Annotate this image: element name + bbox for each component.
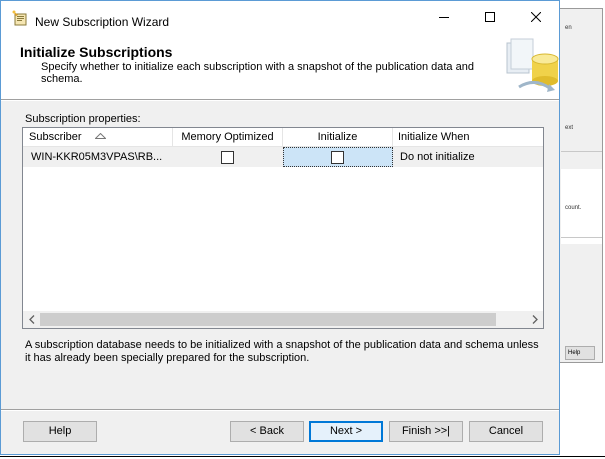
page-description: Specify whether to initialize each subsc… (41, 61, 474, 85)
background-divider (561, 151, 602, 152)
wizard-header: Initialize Subscriptions Specify whether… (1, 33, 559, 99)
memory-optimized-checkbox[interactable] (221, 151, 234, 164)
table-row[interactable]: WIN-KKR05M3VPAS\RB... Do not initialize (23, 147, 543, 167)
title-bar: New Subscription Wizard (1, 1, 559, 33)
background-text: en (565, 25, 572, 31)
maximize-icon (485, 12, 495, 22)
background-help-button[interactable]: Help (565, 346, 595, 360)
scroll-left-button[interactable] (23, 311, 40, 328)
sort-ascending-icon (94, 133, 106, 140)
column-header-subscriber[interactable]: Subscriber (23, 128, 173, 147)
scrollbar-thumb[interactable] (40, 313, 496, 326)
database-wizard-icon (506, 38, 559, 92)
background-line (0, 456, 605, 457)
next-button[interactable]: Next > (309, 421, 383, 442)
initialize-checkbox[interactable] (331, 151, 344, 164)
maximize-button[interactable] (467, 1, 513, 33)
subscription-properties-label: Subscription properties: (25, 113, 141, 125)
close-button[interactable] (513, 1, 559, 33)
initialization-info-text: A subscription database needs to be init… (25, 339, 539, 364)
initialize-cell[interactable] (283, 147, 393, 167)
wizard-dialog: New Subscription Wizard Initialize Subsc… (0, 0, 560, 455)
subscription-grid[interactable]: Subscriber Memory Optimized Initialize I… (22, 127, 544, 329)
cancel-button[interactable]: Cancel (469, 421, 543, 442)
minimize-icon (439, 17, 449, 18)
column-header-label: Subscriber (29, 131, 82, 143)
background-text: count. (565, 205, 582, 211)
background-divider (561, 237, 602, 238)
header-divider-highlight (1, 100, 559, 101)
initialize-when-cell[interactable]: Do not initialize (393, 147, 543, 167)
column-header-initialize[interactable]: Initialize (283, 128, 393, 147)
page-title: Initialize Subscriptions (20, 44, 173, 60)
chevron-right-icon (532, 315, 538, 324)
column-header-initialize-when[interactable]: Initialize When (393, 128, 543, 147)
window-title: New Subscription Wizard (35, 15, 170, 29)
memory-optimized-cell[interactable] (173, 147, 283, 167)
minimize-button[interactable] (421, 1, 467, 33)
chevron-left-icon (28, 315, 34, 324)
close-icon (531, 12, 541, 22)
back-button[interactable]: < Back (230, 421, 304, 442)
scroll-right-button[interactable] (526, 311, 543, 328)
wizard-app-icon (12, 10, 27, 26)
horizontal-scrollbar[interactable] (23, 311, 543, 328)
background-text: ext (565, 125, 574, 131)
subscriber-cell[interactable]: WIN-KKR05M3VPAS\RB... (23, 147, 173, 167)
column-header-memory-optimized[interactable]: Memory Optimized (173, 128, 283, 147)
footer-divider-highlight (1, 410, 559, 411)
help-button[interactable]: Help (23, 421, 97, 442)
finish-button[interactable]: Finish >>| (389, 421, 463, 442)
